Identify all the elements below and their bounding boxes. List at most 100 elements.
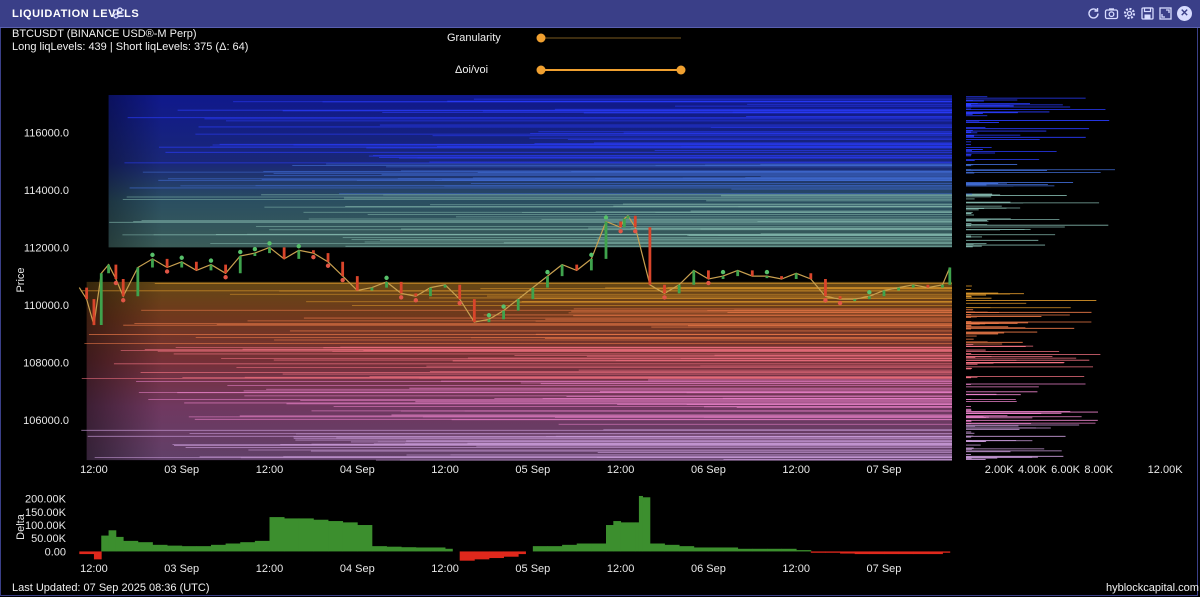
liquidation-levels-chart[interactable]: 106000.0 108000.0 110000.0 112000.0 114000.0… <box>0 0 1200 597</box>
delta-positive-bar <box>284 518 300 552</box>
delta-negative-bar <box>854 551 870 555</box>
up-candle <box>604 221 608 259</box>
time-tick-label: 06 Sep <box>691 464 726 476</box>
down-candle <box>458 284 462 300</box>
up-candle <box>487 319 491 323</box>
delta-time-tick-label: 05 Sep <box>515 563 550 575</box>
delta-positive-bar <box>108 530 117 552</box>
delta-negative-bar <box>913 551 929 555</box>
time-tick-label: 04 Sep <box>340 464 375 476</box>
up-candle <box>677 284 681 294</box>
delta-time-tick-label: 12:00 <box>782 563 810 575</box>
liquidation-marker <box>457 300 462 306</box>
delta-axis-label: Delta <box>15 513 27 540</box>
profile-tick-label: 2.00K <box>985 464 1014 476</box>
liquidation-marker <box>164 269 170 274</box>
down-candle <box>114 264 118 279</box>
delta-tick-label: 100.00K <box>25 520 67 532</box>
up-candle <box>897 287 901 291</box>
down-candle <box>326 253 330 262</box>
up-candle <box>941 284 944 288</box>
delta-time-tick-label: 04 Sep <box>340 563 375 575</box>
liquidation-marker <box>501 304 506 309</box>
liquidation-marker <box>486 313 492 318</box>
delta-negative-bar <box>825 551 841 553</box>
up-candle <box>560 264 564 277</box>
down-candle <box>224 264 228 274</box>
price-tick-label: 112000.0 <box>24 242 69 254</box>
delta-positive-bar <box>225 543 241 552</box>
profile-tick-label: 12.00K <box>1148 464 1184 476</box>
up-candle <box>692 270 696 285</box>
delta-negative-bar <box>474 551 490 560</box>
delta-positive-bar <box>115 536 124 552</box>
delta-positive-bar <box>269 517 285 552</box>
up-candle <box>429 287 432 297</box>
down-candle <box>355 276 359 291</box>
up-candle <box>370 287 374 291</box>
liquidation-marker <box>223 275 228 280</box>
delta-positive-bar <box>313 519 329 552</box>
up-candle <box>882 290 886 297</box>
down-candle <box>282 247 286 259</box>
delta-positive-bar <box>605 525 614 552</box>
volume-profile <box>966 95 1190 463</box>
time-tick-label: 03 Sep <box>164 464 199 476</box>
liquidation-marker <box>764 269 770 275</box>
delta-positive-bar <box>298 518 314 552</box>
up-candle <box>546 276 549 288</box>
delta-positive-bar <box>649 543 665 552</box>
delta-positive-bar <box>342 522 358 552</box>
liquidation-marker <box>325 263 331 268</box>
delta-positive-bar <box>547 546 563 552</box>
delta-positive-bar <box>642 497 651 552</box>
delta-time-tick-label: 12:00 <box>80 563 108 575</box>
liquidation-marker <box>179 255 184 260</box>
up-candle <box>721 276 725 279</box>
up-candle <box>385 281 388 288</box>
delta-positive-bar <box>137 542 153 552</box>
up-candle <box>297 250 301 259</box>
up-candle <box>765 276 769 279</box>
liquidation-marker <box>706 280 711 286</box>
up-candle <box>443 284 447 288</box>
down-candle <box>575 264 579 271</box>
up-candle <box>107 264 110 274</box>
delta-positive-bar <box>430 547 446 552</box>
up-candle <box>589 258 593 271</box>
up-candle <box>736 270 740 277</box>
up-candle <box>253 253 257 256</box>
delta-positive-bar <box>737 548 753 552</box>
delta-positive-bar <box>591 543 607 552</box>
liquidation-marker <box>837 300 843 306</box>
down-candle <box>824 279 827 297</box>
delta-positive-bar <box>752 548 768 552</box>
delta-negative-bar <box>518 551 526 555</box>
time-tick-label: 12:00 <box>80 464 108 476</box>
delta-positive-bar <box>796 550 812 552</box>
liquidation-marker <box>252 246 258 252</box>
delta-negative-bar <box>869 551 885 555</box>
delta-time-tick-label: 06 Sep <box>691 563 726 575</box>
down-candle <box>663 284 666 294</box>
delta-positive-bar <box>576 543 592 552</box>
up-candle <box>867 296 871 300</box>
price-tick-label: 110000.0 <box>24 300 69 312</box>
delta-positive-bar <box>123 540 139 552</box>
profile-tick-label: 6.00K <box>1051 464 1080 476</box>
down-candle <box>472 299 476 323</box>
up-candle <box>626 215 630 219</box>
delta-positive-bar <box>152 544 168 552</box>
delta-negative-bar <box>927 551 943 555</box>
brand-link[interactable]: hyblockcapital.com <box>1106 582 1199 594</box>
delta-time-tick-label: 12:00 <box>607 563 635 575</box>
delta-negative-bar <box>503 551 519 557</box>
delta-time-tick-label: 12:00 <box>256 563 284 575</box>
delta-time-tick-label: 07 Sep <box>867 563 902 575</box>
liquidation-marker <box>208 258 214 263</box>
down-candle <box>399 281 403 294</box>
profile-tick-label: 8.00K <box>1084 464 1113 476</box>
delta-positive-bar <box>254 540 270 552</box>
delta-positive-bar <box>196 546 212 552</box>
down-candle <box>341 261 345 277</box>
